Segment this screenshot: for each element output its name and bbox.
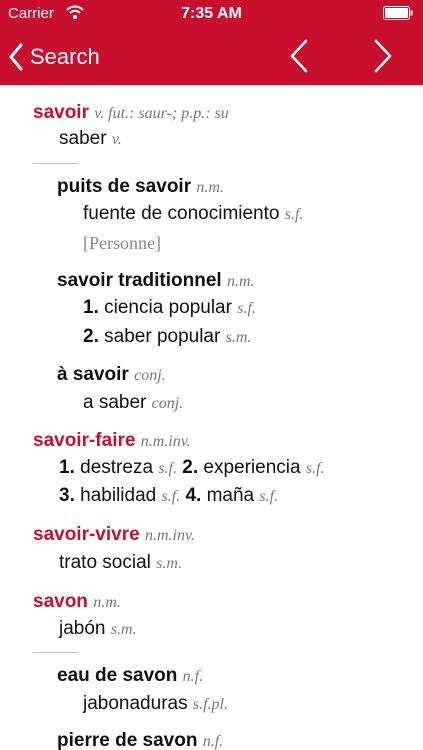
- back-button[interactable]: Search: [8, 42, 100, 72]
- translation-text[interactable]: fuente de conocimiento: [83, 203, 279, 224]
- grammar-label: s.f.: [305, 460, 325, 477]
- headword[interactable]: savon: [33, 591, 88, 612]
- sense-line: 3. habilidad s.f. 4. maña s.f.: [59, 483, 278, 510]
- grammar-label: n.m.: [93, 594, 121, 611]
- grammar-label: v.: [111, 131, 122, 148]
- translation: jabonaduras s.f.pl.: [83, 691, 228, 718]
- sub-entry-headline: puits de savoir n.m.: [57, 174, 224, 201]
- dictionary-entry: savoir v. fut.: saur-; p.p.: su saber v.…: [0, 85, 423, 750]
- sense-number: 2.: [83, 326, 99, 347]
- translation-text[interactable]: experiencia: [203, 457, 300, 478]
- grammar-label: n.f.: [182, 668, 204, 685]
- grammar-label: n.m.: [196, 179, 224, 196]
- grammar-label: n.m.inv.: [140, 433, 191, 450]
- sub-entry-headline: savoir traditionnel n.m.: [57, 268, 255, 295]
- chevron-left-icon: [9, 43, 23, 71]
- entry-headline: savoir-faire n.m.inv.: [33, 428, 191, 455]
- sense-number: 4.: [185, 485, 202, 506]
- translation: fuente de conocimiento s.f.: [83, 201, 303, 228]
- sub-headword[interactable]: savoir traditionnel: [57, 270, 222, 291]
- entry-headline: savoir v. fut.: saur-; p.p.: su: [33, 100, 229, 127]
- sub-headword[interactable]: eau de savon: [57, 665, 177, 686]
- next-entry-button[interactable]: [371, 39, 395, 73]
- grammar-label: conj.: [134, 367, 166, 384]
- grammar-label: conj.: [151, 395, 184, 412]
- grammar-label: s.m.: [110, 621, 137, 638]
- navigation-bar: Carrier 7:35 AM Search: [0, 0, 423, 85]
- status-bar: Carrier 7:35 AM: [0, 0, 423, 28]
- translation-text[interactable]: destreza: [80, 457, 153, 478]
- sub-headword[interactable]: puits de savoir: [57, 176, 191, 197]
- grammar-label: s.f.: [158, 460, 177, 477]
- sub-entry-headline: à savoir conj.: [57, 362, 166, 389]
- translation-text[interactable]: a saber: [83, 392, 146, 413]
- sense: 1. ciencia popular s.f.: [83, 295, 256, 322]
- grammar-label: s.m.: [156, 555, 182, 572]
- sub-entry-headline: eau de savon n.f.: [57, 663, 203, 690]
- grammar-label: s.f.: [237, 300, 256, 317]
- grammar-label: s.f.: [259, 488, 279, 505]
- sense-line: 1. destreza s.f. 2. experiencia s.f.: [59, 455, 325, 482]
- grammar-label: v. fut.: saur-; p.p.: su: [94, 105, 229, 122]
- translation-text[interactable]: habilidad: [80, 485, 156, 506]
- battery-icon: [383, 6, 413, 20]
- sub-entry-headline: pierre de savon n.f.: [57, 728, 223, 750]
- grammar-label: n.f.: [202, 733, 224, 750]
- grammar-label: s.f.: [284, 206, 304, 223]
- translation-text[interactable]: maña: [207, 485, 255, 506]
- translation-text[interactable]: saber: [59, 128, 107, 149]
- headword[interactable]: savoir-vivre: [33, 524, 140, 545]
- back-label: Search: [30, 44, 100, 69]
- sense-number: 3.: [59, 485, 75, 506]
- divider: [33, 163, 78, 164]
- grammar-label: s.f.: [161, 488, 181, 505]
- grammar-label: n.m.: [226, 273, 255, 290]
- clock-time: 7:35 AM: [181, 5, 242, 22]
- translation-text[interactable]: jabón: [59, 618, 106, 639]
- sense: 2. saber popular s.m.: [83, 324, 251, 351]
- grammar-label: s.f.pl.: [192, 696, 228, 713]
- previous-entry-button[interactable]: [287, 39, 311, 73]
- translation: jabón s.m.: [59, 616, 137, 643]
- headword[interactable]: savoir-faire: [33, 430, 135, 451]
- sense-number: 1.: [59, 457, 75, 478]
- translation: a saber conj.: [83, 390, 183, 417]
- sub-headword[interactable]: à savoir: [57, 364, 129, 385]
- grammar-label: n.m.inv.: [144, 527, 195, 544]
- usage-note: [Personne]: [83, 233, 161, 253]
- divider: [33, 652, 78, 653]
- sense-number: 1.: [83, 297, 99, 318]
- entry-headline: savon n.m.: [33, 589, 121, 616]
- sub-headword[interactable]: pierre de savon: [57, 730, 197, 750]
- headword[interactable]: savoir: [33, 102, 89, 123]
- entry-headline: savoir-vivre n.m.inv.: [33, 522, 195, 549]
- translation-text[interactable]: saber popular: [104, 326, 220, 347]
- translation: saber v.: [59, 126, 122, 153]
- sense-number: 2.: [182, 457, 199, 478]
- translation-text[interactable]: jabonaduras: [83, 693, 188, 714]
- grammar-label: s.m.: [225, 329, 252, 346]
- translation-text[interactable]: trato social: [59, 552, 151, 573]
- translation-text[interactable]: ciencia popular: [104, 297, 232, 318]
- translation: trato social s.m.: [59, 550, 182, 577]
